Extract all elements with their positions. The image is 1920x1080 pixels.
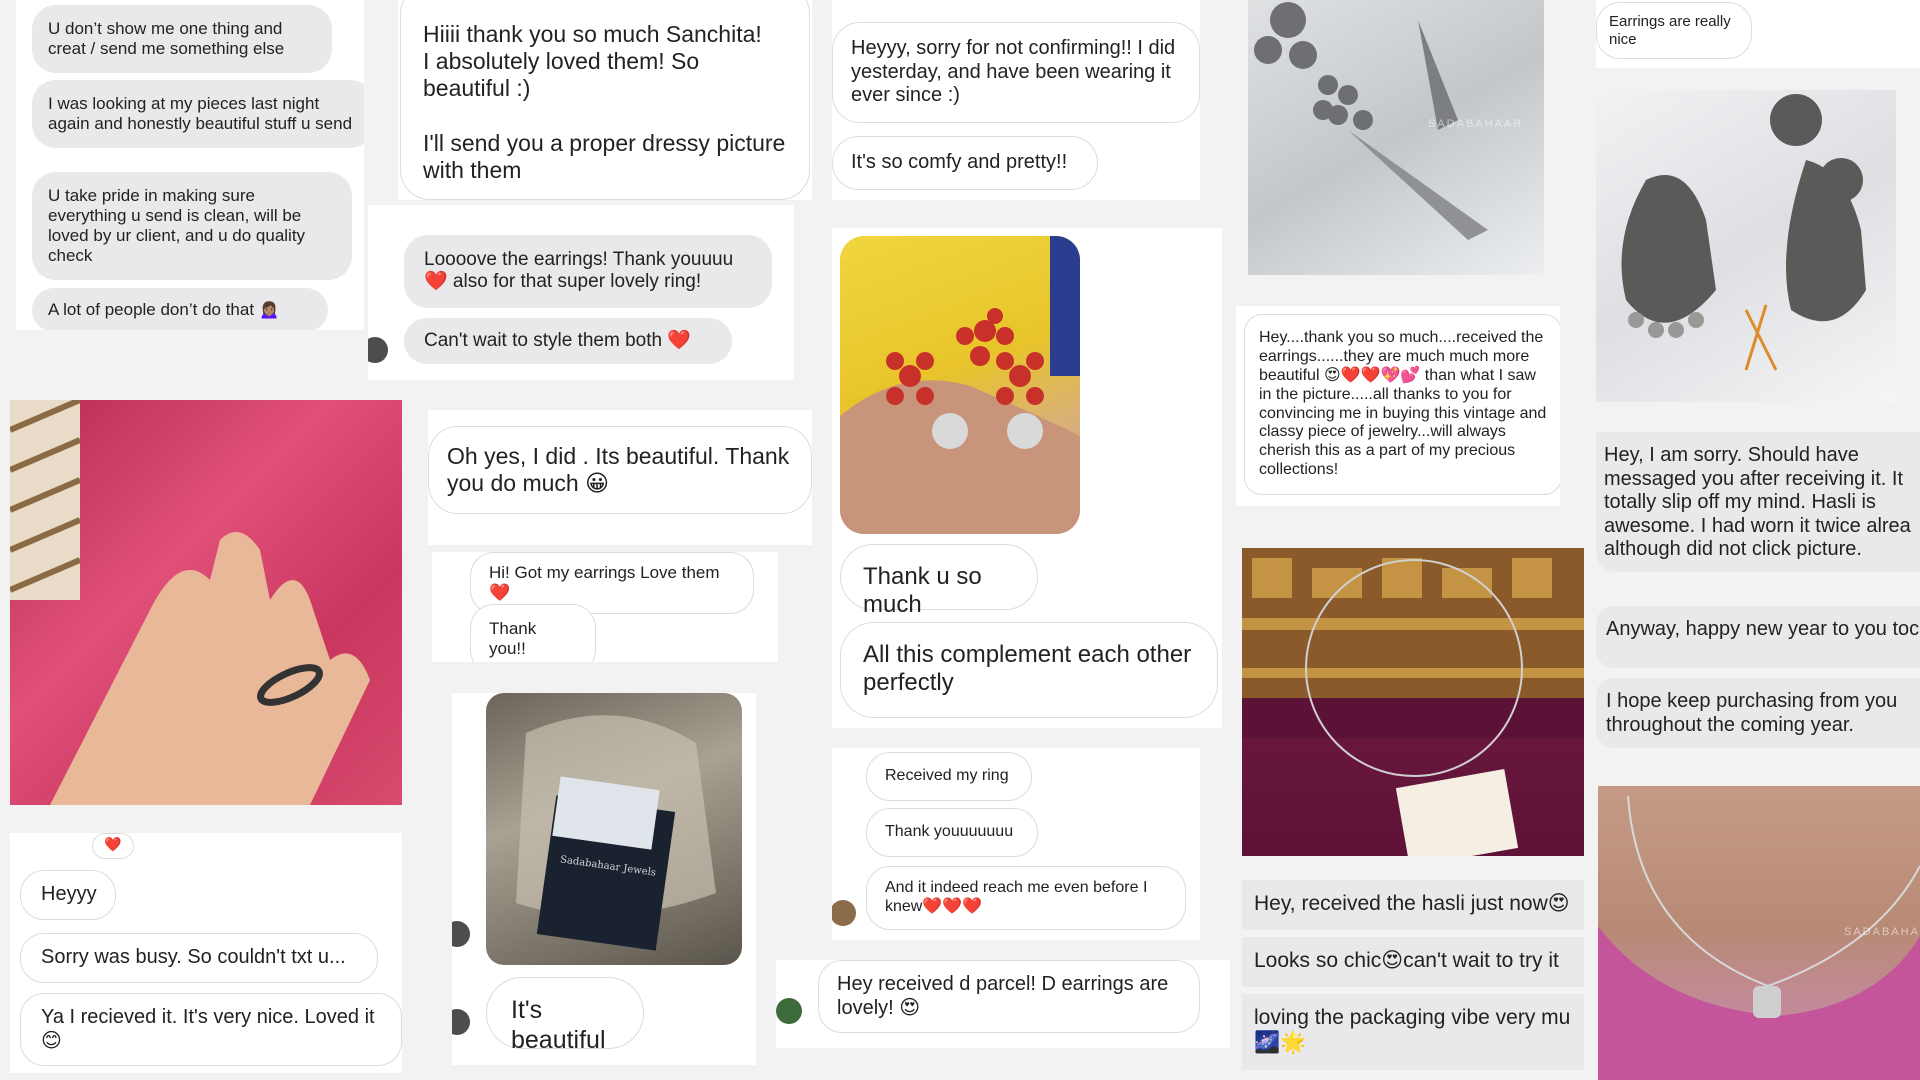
- avatar: [452, 921, 470, 947]
- message-emoji: 🌌🌟: [1254, 1030, 1307, 1054]
- reaction-badge: ❤️: [92, 833, 134, 859]
- message-bubble: I hope keep purchasing from you througho…: [1596, 678, 1920, 748]
- chat-card-15: Hey, I am sorry. Should have messaged yo…: [1596, 432, 1920, 752]
- package-illustration: [516, 715, 716, 951]
- message-text: loving the packaging vibe very mu: [1254, 1006, 1571, 1029]
- message-bubble: Heyyy: [20, 870, 116, 920]
- chat-card-11: Hey received d parcel! D earrings are lo…: [776, 960, 1230, 1048]
- jhumka-earrings-photo: [1596, 90, 1896, 402]
- message-bubble: Anyway, happy new year to you toc Hope y…: [1596, 606, 1920, 668]
- message-bubble: Can't wait to style them both ❤️: [404, 318, 732, 365]
- message-bubble: It's so comfy and pretty!!: [832, 136, 1098, 190]
- message-bubble: loving the packaging vibe very mu 🌌🌟: [1242, 994, 1584, 1070]
- message-bubble: U take pride in making sure everything u…: [32, 172, 352, 281]
- chat-card-14: Earrings are really nice: [1596, 0, 1920, 68]
- chat-card-1: U don’t show me one thing and creat / se…: [16, 0, 364, 330]
- package-photo: Sadabahaar Jewels: [486, 693, 742, 965]
- avatar: [452, 1009, 470, 1035]
- message-bubble: Heyyy, sorry for not confirming!! I did …: [832, 22, 1200, 123]
- message-bubble: Hiiii thank you so much Sanchita! I abso…: [400, 0, 810, 200]
- hasli-on-saree-photo: [1242, 548, 1584, 856]
- earrings-illustration: [840, 236, 1080, 534]
- message-bubble: Earrings are really nice: [1596, 2, 1752, 60]
- message-bubble: All this complement each other perfectly: [840, 622, 1218, 718]
- message-bubble: It's beautiful: [486, 977, 644, 1054]
- message-bubble: Loooove the earrings! Thank youuuu ❤️ al…: [404, 235, 772, 308]
- chat-card-12: Hey....thank you so much....received the…: [1236, 306, 1560, 506]
- red-earrings-photo: [840, 236, 1080, 534]
- chat-card-9: Thank u so much All this complement each…: [832, 228, 1222, 728]
- ring-photo-illustration: [10, 400, 370, 805]
- chat-card-10: Received my ring Thank youuuuuuu And it …: [832, 748, 1200, 940]
- chat-card-13: Hey, received the hasli just now😍 Looks …: [1242, 880, 1586, 1080]
- message-bubble: Looks so chic😍can't wait to try it: [1242, 937, 1584, 987]
- message-bubble: Oh yes, I did . Its beautiful. Thank you…: [428, 426, 812, 515]
- watermark: SADABAHAAR: [1428, 118, 1524, 130]
- chat-card-5: Oh yes, I did . Its beautiful. Thank you…: [428, 410, 812, 545]
- message-bubble: And it indeed reach me even before I kne…: [866, 866, 1186, 930]
- message-bubble: Received my ring: [866, 752, 1032, 801]
- message-bubble: Thank u so much: [840, 544, 1038, 618]
- hasli-illustration: [1242, 548, 1584, 856]
- chat-card-4: Loooove the earrings! Thank youuuu ❤️ al…: [368, 205, 794, 380]
- message-bubble: Hey, received the hasli just now😍: [1242, 880, 1584, 930]
- chat-card-2: ❤️ Heyyy Sorry was busy. So couldn't txt…: [10, 833, 402, 1073]
- hasli-on-neck-photo: SADABAHAAR: [1598, 786, 1920, 1080]
- jhumka-illustration: [1621, 94, 1866, 371]
- avatar: [776, 998, 802, 1024]
- chat-card-8: Heyyy, sorry for not confirming!! I did …: [832, 0, 1200, 200]
- message-bubble: Thank you!!: [470, 604, 596, 662]
- chat-card-6: Hi! Got my earrings Love them❤️ Thank yo…: [432, 552, 778, 662]
- message-bubble: Hey received d parcel! D earrings are lo…: [818, 960, 1200, 1034]
- message-bubble: I was looking at my pieces last night ag…: [32, 80, 364, 149]
- message-bubble: Hey, I am sorry. Should have messaged yo…: [1596, 432, 1920, 572]
- message-bubble: Ya I recieved it. It's very nice. Loved …: [20, 993, 402, 1067]
- avatar: [832, 900, 856, 926]
- chat-card-7: Sadabahaar Jewels It's beautiful: [452, 693, 756, 1065]
- message-bubble: A lot of people don’t do that 🙍🏽‍♀️: [32, 288, 328, 330]
- message-bubble: Sorry was busy. So couldn't txt u...: [20, 933, 378, 983]
- silver-earrings-illustration: [1254, 2, 1488, 240]
- watermark: SADABAHAAR: [1844, 926, 1920, 938]
- ring-on-hand-photo: [10, 400, 402, 805]
- message-bubble: Hey....thank you so much....received the…: [1244, 314, 1560, 495]
- message-bubble: Thank youuuuuuu: [866, 808, 1038, 857]
- silver-earrings-photo: SADABAHAAR: [1248, 0, 1544, 275]
- avatar: [368, 337, 388, 363]
- chat-card-3: Hiiii thank you so much Sanchita! I abso…: [398, 0, 812, 200]
- message-bubble: U don’t show me one thing and creat / se…: [32, 5, 332, 74]
